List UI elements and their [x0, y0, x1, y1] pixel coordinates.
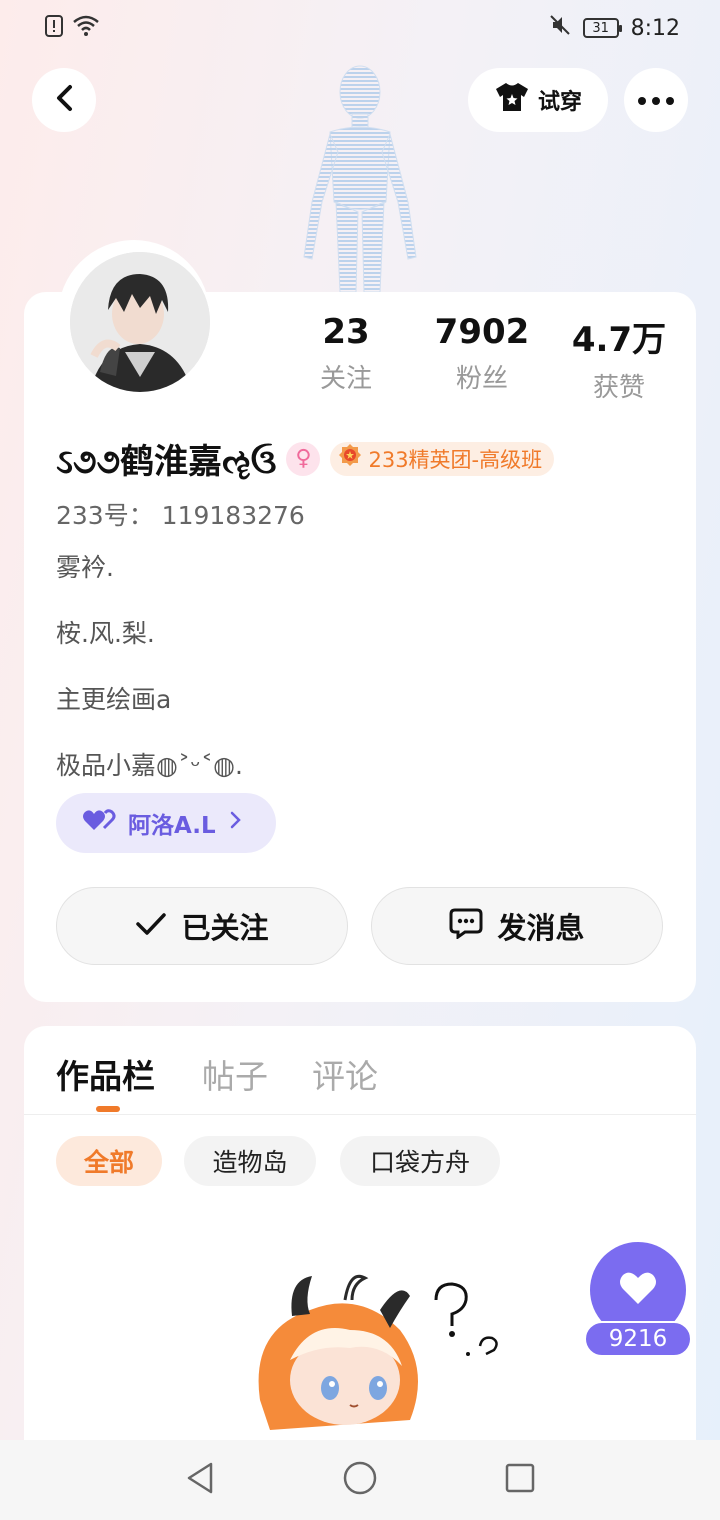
followed-button[interactable]: 已关注 [56, 887, 348, 965]
heart-icon [618, 1270, 658, 1310]
stat-likes-label: 获赞 [592, 373, 645, 403]
gender-female-icon: ♀ [286, 441, 321, 476]
avatar[interactable] [70, 252, 210, 392]
chevron-left-icon [52, 83, 76, 117]
status-bar: 31 8:12 [0, 0, 720, 56]
try-on-button[interactable]: 试穿 [468, 68, 608, 132]
square-recents-icon [504, 1462, 536, 1498]
user-id: 233号： 119183276 [56, 501, 305, 530]
chevron-right-icon [228, 810, 242, 836]
stat-likes-value: 4.7万 [571, 320, 667, 360]
hearts-icon [82, 808, 116, 838]
system-nav-bar [0, 1440, 720, 1520]
bio-line: 主更绘画a [56, 685, 172, 714]
tab-divider [24, 1114, 696, 1115]
stat-fans-label: 粉丝 [455, 364, 508, 394]
stat-following-label: 关注 [319, 364, 372, 394]
fan-club-label: 阿洛A.L [128, 813, 216, 839]
nickname: ઽ૭૭鹤淮嘉ૡઉ [56, 442, 277, 482]
try-on-label: 试穿 [537, 90, 582, 115]
nav-recents-button[interactable] [498, 1458, 542, 1502]
clock: 8:12 [630, 15, 680, 41]
bio-line: 极品小嘉◍˃ᵕ˂◍. [56, 751, 243, 780]
more-button[interactable] [624, 68, 688, 132]
alert-icon [44, 14, 64, 42]
name-row: ઽ૭૭鹤淮嘉ૡઉ ♀ 233精英团-高级班 [56, 434, 555, 483]
stat-following[interactable]: 23 关注 [276, 312, 416, 395]
fan-club-button[interactable]: 阿洛A.L [56, 793, 276, 853]
group-badge[interactable]: 233精英团-高级班 [330, 441, 555, 476]
filter-all[interactable]: 全部 [56, 1136, 162, 1186]
followed-label: 已关注 [181, 911, 269, 945]
message-label: 发消息 [497, 911, 585, 945]
medal-icon [338, 443, 362, 474]
tab-posts[interactable]: 帖子 [202, 1050, 268, 1098]
empty-state-illustration [240, 1270, 510, 1440]
filter-pocket-ark[interactable]: 口袋方舟 [340, 1136, 500, 1186]
circle-home-icon [342, 1460, 378, 1500]
stat-fans[interactable]: 7902 粉丝 [412, 312, 552, 395]
nav-home-button[interactable] [338, 1458, 382, 1502]
triangle-back-icon [185, 1461, 215, 1499]
active-tab-indicator [96, 1106, 120, 1112]
group-badge-label: 233精英团-高级班 [368, 447, 543, 472]
back-button[interactable] [32, 68, 96, 132]
more-dots-icon [637, 91, 675, 110]
message-button[interactable]: 发消息 [371, 887, 663, 965]
tshirt-icon [494, 81, 530, 119]
nav-back-button[interactable] [178, 1458, 222, 1502]
wifi-icon [72, 15, 100, 41]
filter-creation-island[interactable]: 造物岛 [184, 1136, 316, 1186]
tab-comments[interactable]: 评论 [312, 1050, 378, 1098]
stat-fans-value: 7902 [434, 312, 530, 352]
tab-works[interactable]: 作品栏 [56, 1050, 155, 1098]
battery-level: 31 [592, 20, 609, 36]
stat-likes[interactable]: 4.7万 获赞 [549, 312, 689, 404]
stat-following-value: 23 [322, 312, 370, 352]
bio-line: 雾衿. [56, 553, 114, 582]
check-icon [135, 909, 167, 943]
like-count: 9216 [584, 1321, 692, 1357]
avatar-3d-figure [290, 52, 430, 293]
bio-line: 桉.风.梨. [56, 619, 155, 648]
battery-icon: 31 [582, 18, 622, 38]
mute-icon [549, 14, 571, 42]
chat-bubble-icon [449, 907, 483, 946]
